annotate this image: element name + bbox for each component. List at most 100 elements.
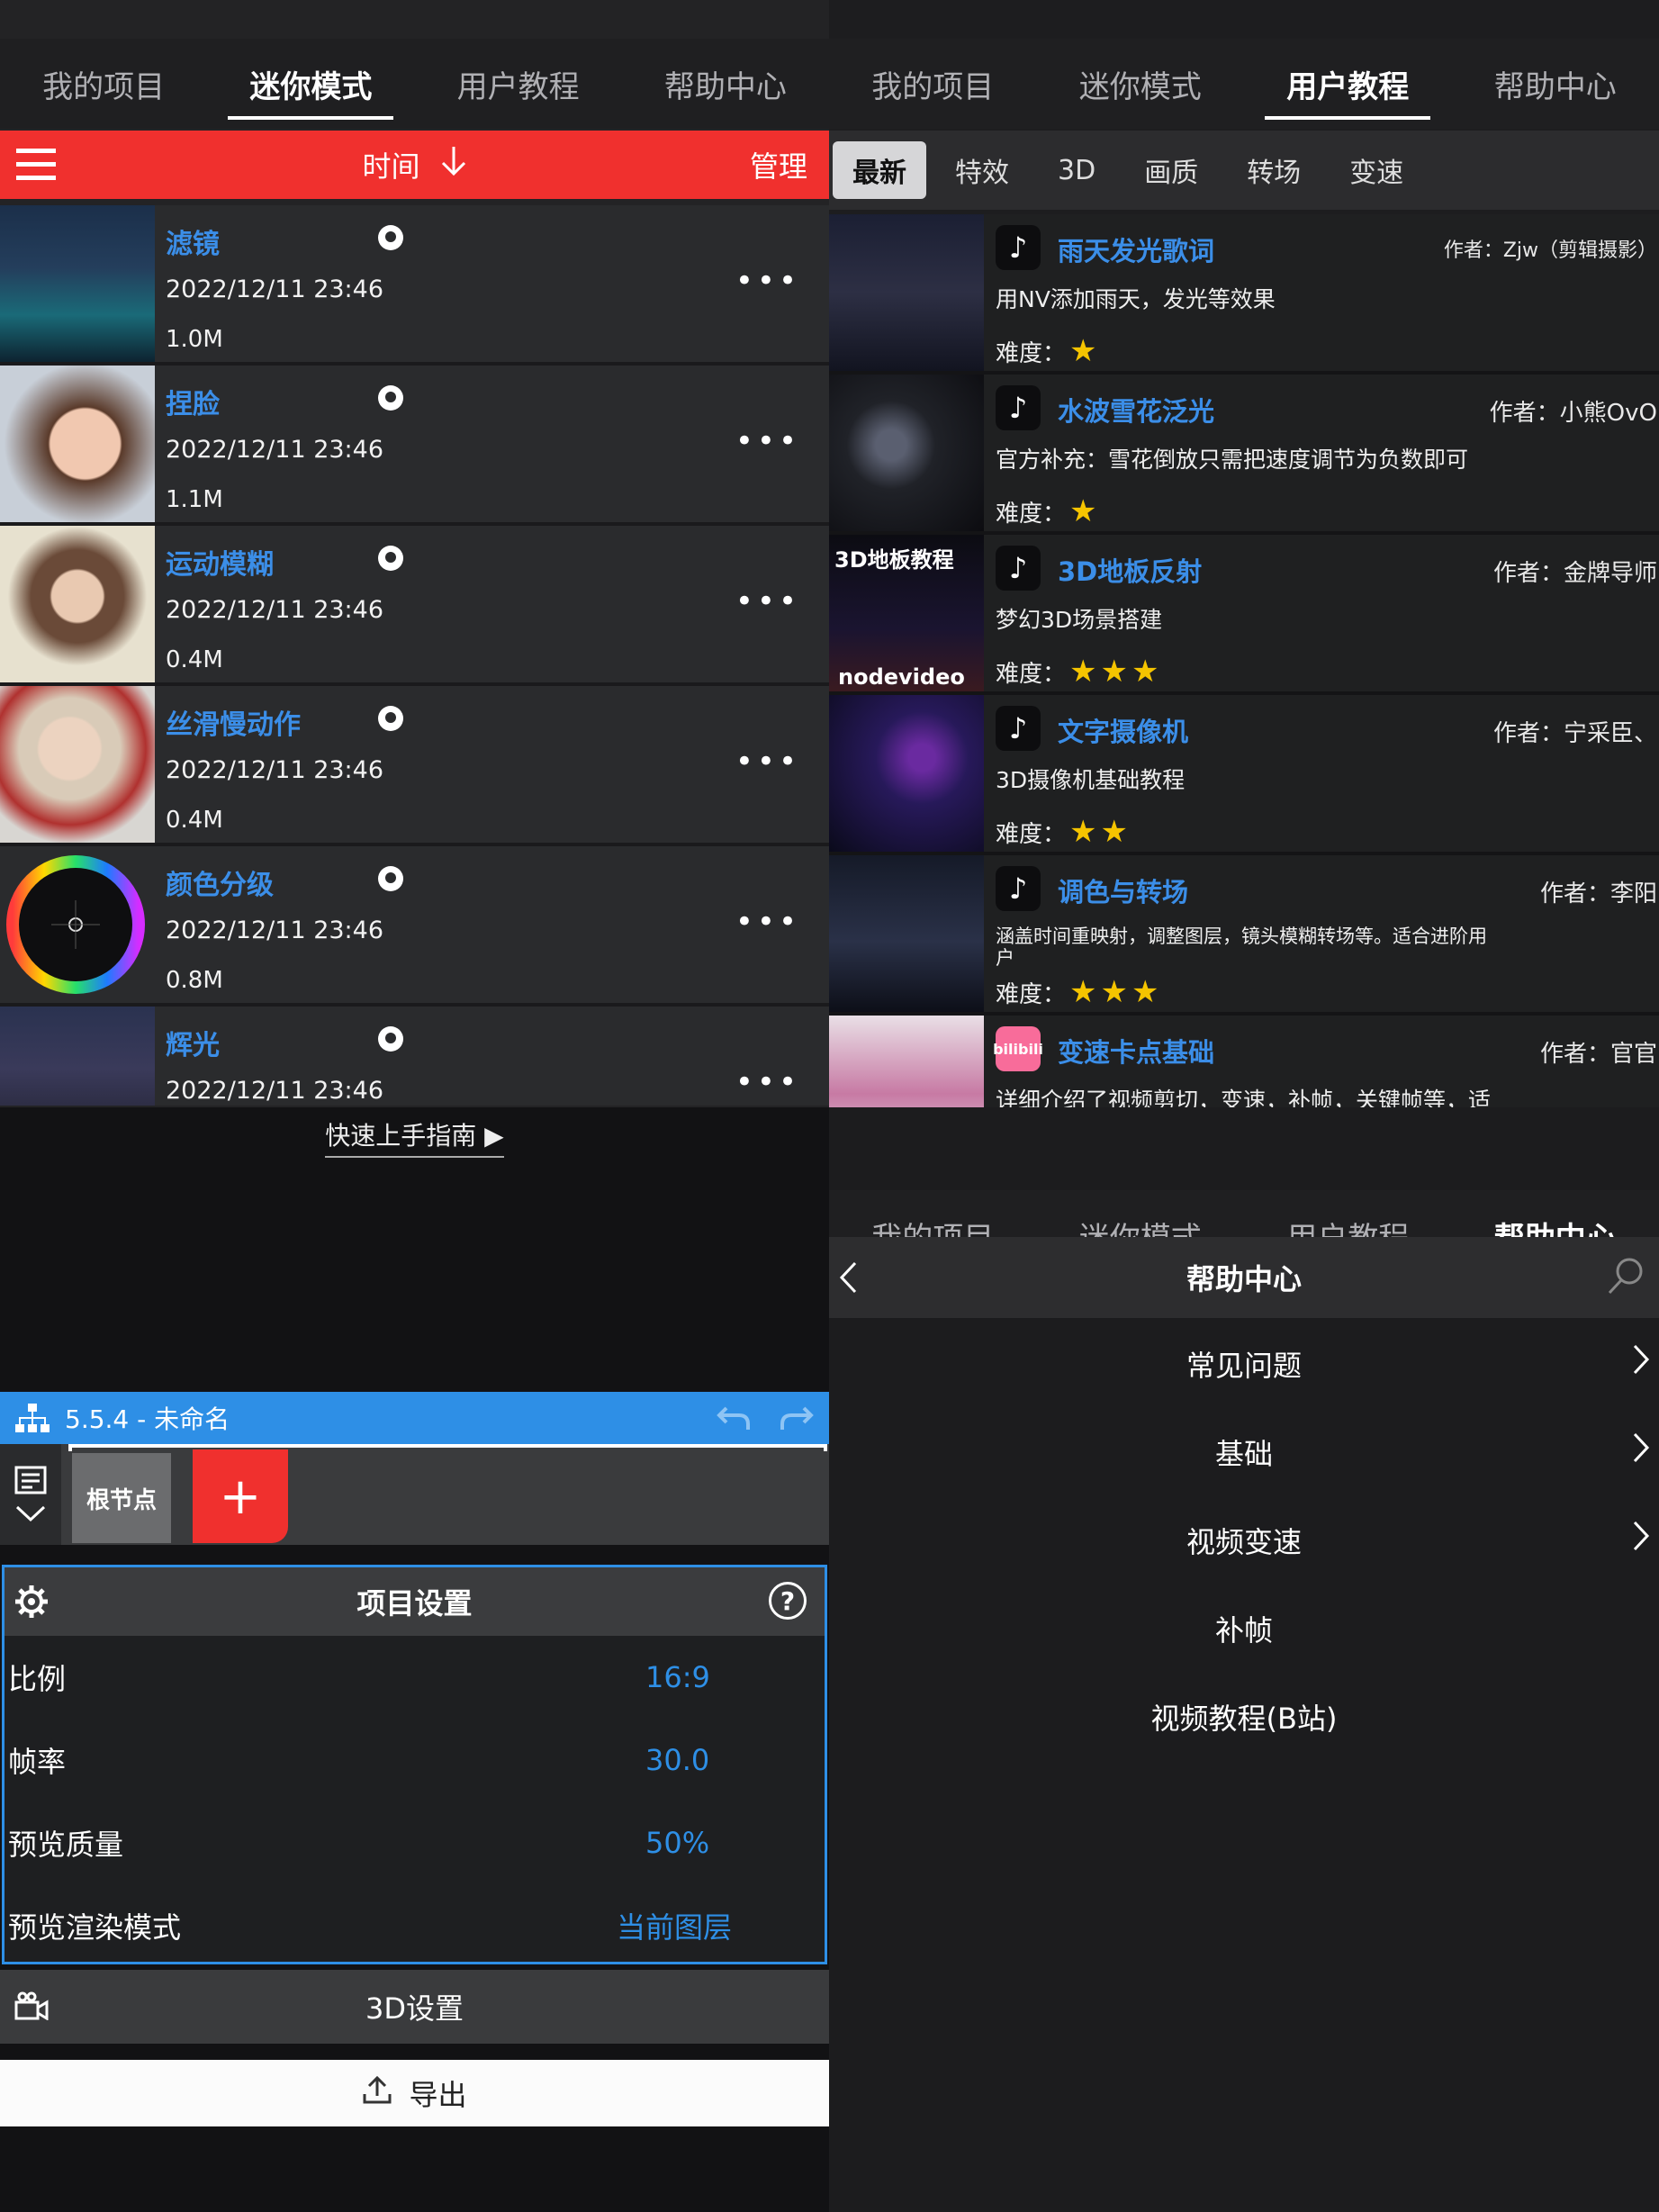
more-options-icon[interactable]: ••• [735, 583, 800, 619]
help-item-bilibili-tutorials[interactable]: 视频教程(B站) [829, 1673, 1659, 1761]
thumbnail-caption: 3D地板教程 [834, 547, 954, 573]
tab-my-projects[interactable]: 我的项目 [829, 39, 1037, 129]
tab-help-center[interactable]: 帮助中心 [1452, 39, 1659, 129]
project-date: 2022/12/11 23:46 [166, 756, 384, 784]
3d-settings-button[interactable]: 3D设置 [0, 1970, 829, 2044]
filter-quality[interactable]: 画质 [1124, 141, 1218, 199]
star-icon: ★ [1131, 654, 1159, 690]
quick-start-guide-link[interactable]: 快速上手指南 ▶ [0, 1116, 829, 1158]
search-icon[interactable] [1605, 1255, 1646, 1304]
tiktok-icon: ♪ [996, 546, 1041, 591]
export-button[interactable]: 导出 [0, 2060, 829, 2126]
bilibili-icon: bilibili [993, 1026, 1043, 1071]
add-node-button[interactable]: + [193, 1449, 288, 1543]
filter-latest[interactable]: 最新 [833, 141, 926, 199]
tutorial-title: 调色与转场 [1058, 877, 1189, 907]
camera-icon [14, 1991, 49, 2027]
chevron-down-icon[interactable] [14, 1503, 47, 1527]
chevron-right-icon [1632, 1520, 1650, 1561]
setting-value[interactable]: 30.0 [645, 1743, 829, 1777]
project-row[interactable]: 颜色分级 2022/12/11 23:46 0.8M ••• [0, 846, 829, 1007]
help-item-label: 补帧 [1214, 1613, 1273, 1648]
setting-label: 预览质量 [8, 1828, 124, 1862]
tutorial-thumbnail [829, 855, 984, 1012]
tutorial-title: 文字摄像机 [1058, 717, 1189, 747]
filter-3d[interactable]: 3D [1038, 146, 1115, 195]
setting-row-ratio[interactable]: 比例 16:9 [5, 1636, 825, 1719]
project-row[interactable]: 运动模糊 2022/12/11 23:46 0.4M ••• [0, 526, 829, 686]
help-icon[interactable]: ? [769, 1582, 807, 1620]
tutorial-row[interactable]: bilibili 变速卡点基础 作者：官官 详细介绍了视频剪切，变速，补帧，关键… [829, 1016, 1659, 1107]
filter-transitions[interactable]: 转场 [1227, 141, 1321, 199]
tab-my-projects[interactable]: 我的项目 [0, 39, 207, 129]
star-icon: ★ [1069, 974, 1097, 1010]
project-date: 2022/12/11 23:46 [166, 275, 384, 303]
project-row[interactable]: 辉光 2022/12/11 23:46 ••• [0, 1007, 829, 1106]
tab-mini-mode[interactable]: 迷你模式 [1037, 39, 1245, 129]
project-list: 滤镜 2022/12/11 23:46 1.0M ••• 捏脸 2022/12/… [0, 205, 829, 1106]
filter-speed[interactable]: 变速 [1330, 141, 1423, 199]
help-item-video-speed[interactable]: 视频变速 [829, 1496, 1659, 1585]
sort-control[interactable]: 时间 [0, 144, 829, 185]
setting-value[interactable]: 16:9 [645, 1660, 829, 1694]
difficulty-label: 难度： [996, 500, 1067, 528]
more-options-icon[interactable]: ••• [735, 263, 800, 299]
help-item-basics[interactable]: 基础 [829, 1408, 1659, 1496]
tutorial-author: 作者：Zjw（剪辑摄影） [1443, 239, 1657, 262]
tutorial-description: 涵盖时间重映射，调整图层，镜头模糊转场等。适合进阶用户 [996, 925, 1487, 969]
star-icon: ★ [1069, 493, 1097, 529]
setting-value[interactable]: 50% [645, 1826, 829, 1860]
setting-row-framerate[interactable]: 帧率 30.0 [5, 1719, 825, 1801]
tab-user-tutorials[interactable]: 用户教程 [1244, 39, 1452, 129]
tab-user-tutorials[interactable]: 用户教程 [415, 39, 622, 129]
tutorial-row[interactable]: 3D地板教程 nodevideo ♪ 3D地板反射 作者：金牌导师 梦幻3D场景… [829, 535, 1659, 695]
more-options-icon[interactable]: ••• [735, 744, 800, 780]
manage-button[interactable]: 管理 [750, 144, 807, 185]
difficulty-rating: 难度： ★ ★ ★ [996, 974, 1159, 1010]
tutorial-row[interactable]: ♪ 调色与转场 作者：李阳 涵盖时间重映射，调整图层，镜头模糊转场等。适合进阶用… [829, 855, 1659, 1016]
gear-icon[interactable] [14, 1584, 50, 1627]
tutorial-description: 官方补充：雪花倒放只需把速度调节为负数即可 [996, 447, 1469, 473]
tutorial-list: ♪ 雨天发光歌词 作者：Zjw（剪辑摄影） 用NV添加雨天，发光等效果 难度： ★… [829, 214, 1659, 1107]
project-thumbnail [0, 526, 155, 682]
setting-row-preview-quality[interactable]: 预览质量 50% [5, 1801, 825, 1884]
project-name: 丝滑慢动作 [166, 709, 301, 741]
tutorial-author: 作者：金牌导师 [1492, 560, 1657, 587]
help-item-frame-interpolation[interactable]: 补帧 [829, 1585, 1659, 1673]
layers-icon[interactable] [14, 1466, 47, 1498]
node-tree-icon[interactable] [14, 1403, 50, 1437]
project-row[interactable]: 捏脸 2022/12/11 23:46 1.1M ••• [0, 366, 829, 526]
help-center-panel: 我的项目 迷你模式 用户教程 帮助中心 帮助中心 常见问题 基础 视频变速 [829, 1107, 1659, 2212]
more-options-icon[interactable]: ••• [735, 904, 800, 940]
undo-icon[interactable] [716, 1403, 752, 1437]
back-chevron-icon[interactable] [838, 1260, 858, 1302]
setting-row-render-mode[interactable]: 预览渲染模式 当前图层 [5, 1884, 825, 1967]
tutorial-filter-bar: 最新 特效 3D 画质 转场 变速 [829, 131, 1659, 210]
difficulty-label: 难度： [996, 660, 1067, 688]
tutorial-row[interactable]: ♪ 水波雪花泛光 作者：小熊OvO 官方补充：雪花倒放只需把速度调节为负数即可 … [829, 375, 1659, 535]
project-row[interactable]: 滤镜 2022/12/11 23:46 1.0M ••• [0, 205, 829, 366]
tutorial-description: 用NV添加雨天，发光等效果 [996, 286, 1276, 312]
project-row[interactable]: 丝滑慢动作 2022/12/11 23:46 0.4M ••• [0, 686, 829, 846]
more-options-icon[interactable]: ••• [735, 1064, 800, 1100]
filter-effects[interactable]: 特效 [935, 141, 1029, 199]
project-date: 2022/12/11 23:46 [166, 1077, 384, 1105]
tab-help-center[interactable]: 帮助中心 [622, 39, 829, 129]
top-tab-bar: 我的项目 迷你模式 用户教程 帮助中心 [0, 39, 829, 129]
root-node[interactable]: 根节点 [72, 1453, 171, 1543]
more-options-icon[interactable]: ••• [735, 423, 800, 459]
difficulty-label: 难度： [996, 820, 1067, 848]
help-item-faq[interactable]: 常见问题 [829, 1320, 1659, 1408]
setting-value[interactable]: 当前图层 [617, 1905, 829, 1946]
tutorial-row[interactable]: ♪ 文字摄像机 作者：宁采臣、 3D摄像机基础教程 难度： ★ ★ [829, 695, 1659, 855]
template-badge-icon [378, 1026, 403, 1052]
tutorial-author: 作者：李阳 [1539, 880, 1657, 907]
tutorial-description: 梦幻3D场景搭建 [996, 607, 1163, 633]
project-size: 1.0M [166, 326, 223, 353]
project-name: 颜色分级 [166, 870, 274, 901]
tutorial-row[interactable]: ♪ 雨天发光歌词 作者：Zjw（剪辑摄影） 用NV添加雨天，发光等效果 难度： ★ [829, 214, 1659, 375]
tab-mini-mode[interactable]: 迷你模式 [207, 39, 414, 129]
sort-label: 时间 [362, 149, 420, 184]
redo-icon[interactable] [779, 1403, 815, 1437]
project-size: 0.4M [166, 807, 223, 834]
